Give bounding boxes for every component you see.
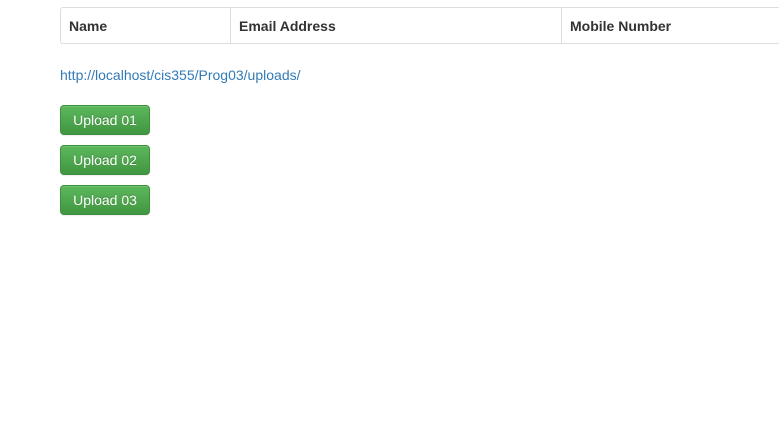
column-header-mobile[interactable]: Mobile Number (562, 8, 779, 43)
contacts-table-grid: Name Email Address Mobile Number (61, 8, 779, 43)
page: Name Email Address Mobile Number http://… (0, 0, 779, 431)
table-head: Name Email Address Mobile Number (61, 8, 779, 43)
upload-01-button[interactable]: Upload 01 (60, 105, 150, 135)
uploads-link[interactable]: http://localhost/cis355/Prog03/uploads/ (60, 67, 301, 83)
upload-03-button[interactable]: Upload 03 (60, 185, 150, 215)
column-header-name[interactable]: Name (61, 8, 231, 43)
table-header-row: Name Email Address Mobile Number (61, 8, 779, 43)
upload-02-button[interactable]: Upload 02 (60, 145, 150, 175)
contacts-table: Name Email Address Mobile Number (60, 7, 779, 44)
uploads-link-line: http://localhost/cis355/Prog03/uploads/ (60, 66, 301, 84)
column-header-email[interactable]: Email Address (230, 8, 562, 43)
